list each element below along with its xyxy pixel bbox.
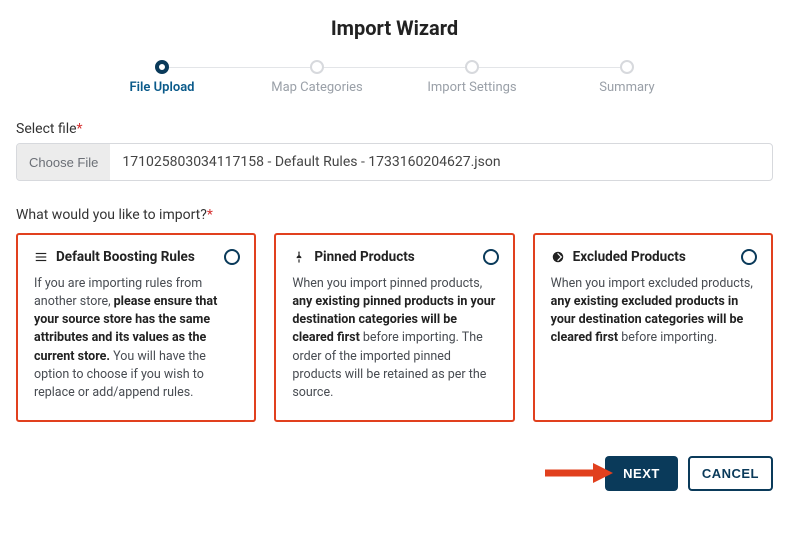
- card-title: Pinned Products: [314, 249, 414, 265]
- step-file-upload[interactable]: File Upload: [85, 60, 240, 95]
- card-header: Default Boosting Rules: [34, 249, 238, 265]
- card-header: Excluded Products: [551, 249, 755, 265]
- footer: NEXT CANCEL: [16, 456, 773, 491]
- wizard-title: Import Wizard: [16, 16, 773, 40]
- step-circle-icon: [620, 60, 634, 74]
- excluded-icon: [551, 250, 565, 264]
- required-marker: *: [207, 207, 213, 223]
- step-connector: [317, 67, 472, 68]
- choose-file-button[interactable]: Choose File: [17, 144, 110, 180]
- step-connector: [472, 67, 627, 68]
- step-label: File Upload: [129, 80, 194, 95]
- step-connector: [162, 67, 317, 68]
- select-file-label: Select file*: [16, 121, 773, 137]
- step-label: Map Categories: [271, 80, 363, 95]
- radio-icon[interactable]: [483, 249, 499, 265]
- pin-icon: [292, 250, 306, 264]
- card-excluded-products[interactable]: Excluded Products When you import exclud…: [533, 233, 773, 422]
- card-body: When you import excluded products, any e…: [551, 275, 755, 348]
- card-title: Excluded Products: [573, 249, 686, 265]
- card-title: Default Boosting Rules: [56, 249, 195, 265]
- step-label: Summary: [599, 80, 654, 95]
- step-circle-icon: [465, 60, 479, 74]
- selected-filename: 171025803034117158 - Default Rules - 173…: [110, 144, 772, 180]
- stepper: File Upload Map Categories Import Settin…: [85, 60, 705, 95]
- list-icon: [34, 250, 48, 264]
- step-label: Import Settings: [427, 80, 516, 95]
- step-import-settings[interactable]: Import Settings: [395, 60, 550, 95]
- card-body: If you are importing rules from another …: [34, 275, 238, 402]
- card-body: When you import pinned products, any exi…: [292, 275, 496, 402]
- step-circle-icon: [310, 60, 324, 74]
- next-button[interactable]: NEXT: [605, 456, 678, 491]
- import-option-cards: Default Boosting Rules If you are import…: [16, 233, 773, 422]
- card-default-boosting-rules[interactable]: Default Boosting Rules If you are import…: [16, 233, 256, 422]
- file-input-row: Choose File 171025803034117158 - Default…: [16, 143, 773, 181]
- required-marker: *: [77, 121, 83, 137]
- import-prompt-label: What would you like to import?*: [16, 207, 773, 223]
- step-summary[interactable]: Summary: [550, 60, 705, 95]
- cancel-button[interactable]: CANCEL: [688, 456, 773, 491]
- annotation-arrow-icon: [543, 461, 613, 485]
- card-pinned-products[interactable]: Pinned Products When you import pinned p…: [274, 233, 514, 422]
- radio-icon[interactable]: [741, 249, 757, 265]
- step-map-categories[interactable]: Map Categories: [240, 60, 395, 95]
- card-header: Pinned Products: [292, 249, 496, 265]
- step-circle-icon: [155, 60, 169, 74]
